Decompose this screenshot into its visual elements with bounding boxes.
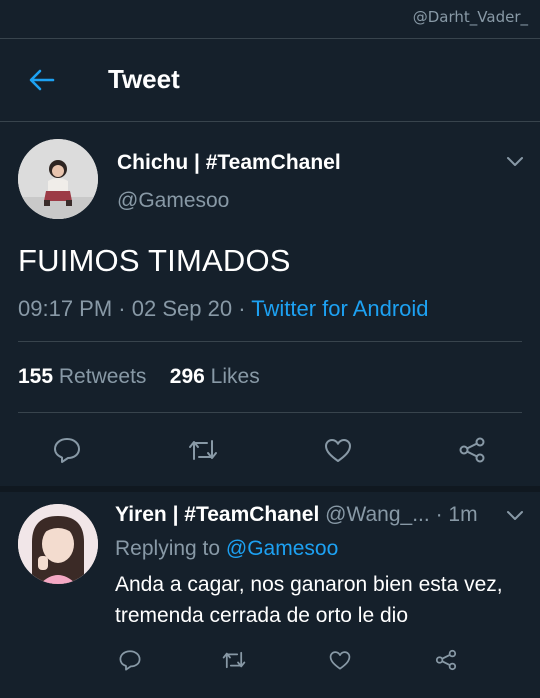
tweet-time: 09:17 PM <box>18 296 113 321</box>
meta-separator: · <box>118 296 132 321</box>
reply-like-button[interactable] <box>320 640 360 680</box>
reply-menu-button[interactable] <box>503 504 527 528</box>
author-name[interactable]: Chichu | #TeamChanel <box>117 151 341 175</box>
chevron-down-icon <box>507 157 523 166</box>
retweet-label: Retweets <box>58 365 147 388</box>
meta-divider <box>18 341 522 342</box>
tweet-menu-button[interactable] <box>503 150 527 174</box>
replying-to-mention[interactable]: @Gamesoo <box>226 537 338 560</box>
like-count: 296 <box>169 365 205 388</box>
share-button[interactable] <box>452 430 492 470</box>
replying-label: Replying to <box>115 537 221 560</box>
share-icon <box>459 437 485 463</box>
replying-to-line: Replying to @Gamesoo <box>115 537 338 561</box>
page-title: Tweet <box>108 64 180 94</box>
speech-bubble-icon <box>54 438 80 463</box>
reply-header: Yiren | #TeamChanel @Wang_... · 1m <box>115 503 478 527</box>
reply-text: Anda a cagar, nos ganaron bien esta vez,… <box>115 573 503 627</box>
like-button[interactable] <box>318 430 358 470</box>
speech-bubble-icon <box>119 650 141 671</box>
tweet-stats: 155 Retweets 296 Likes <box>18 365 260 389</box>
reply-reply-button[interactable] <box>110 640 150 680</box>
tweet-source-link[interactable]: Twitter for Android <box>251 296 428 321</box>
retweets-stat[interactable]: 155 Retweets <box>18 365 146 389</box>
section-divider <box>0 486 540 492</box>
reply-share-button[interactable] <box>426 640 466 680</box>
likes-stat[interactable]: 296 Likes <box>170 365 260 389</box>
watermark: @Darht_Vader_ <box>412 8 528 26</box>
top-divider <box>0 38 540 39</box>
retweet-button[interactable] <box>183 430 223 470</box>
heart-icon <box>325 439 351 462</box>
author-avatar[interactable] <box>18 139 98 219</box>
meta-separator: · <box>435 503 449 526</box>
reply-button[interactable] <box>47 430 87 470</box>
heart-icon <box>329 651 351 670</box>
reply-author-avatar[interactable] <box>18 504 98 584</box>
stats-divider <box>18 412 522 413</box>
chevron-down-icon <box>507 511 523 520</box>
author-handle[interactable]: @Gamesoo <box>117 189 229 213</box>
meta-separator: · <box>238 296 252 321</box>
header-divider <box>0 121 540 122</box>
tweet-date: 02 Sep 20 <box>131 296 233 321</box>
reply-avatar-photo <box>18 504 98 584</box>
avatar-photo <box>18 139 98 219</box>
back-button[interactable] <box>22 64 62 96</box>
like-label: Likes <box>210 365 260 388</box>
retweet-icon <box>189 440 217 460</box>
reply-author-name[interactable]: Yiren | #TeamChanel <box>115 503 319 526</box>
arrow-left-icon <box>29 69 55 91</box>
retweet-icon <box>222 651 246 669</box>
header-bar: Tweet <box>0 40 540 120</box>
reply-time-ago: 1m <box>448 503 478 526</box>
tweet-meta: 09:17 PM · 02 Sep 20 · Twitter for Andro… <box>18 296 429 322</box>
reply-author-handle[interactable]: @Wang_... <box>325 503 430 526</box>
reply-retweet-button[interactable] <box>214 640 254 680</box>
tweet-text: FUIMOS TIMADOS <box>18 243 291 278</box>
retweet-count: 155 <box>18 365 54 388</box>
share-icon <box>435 649 457 671</box>
